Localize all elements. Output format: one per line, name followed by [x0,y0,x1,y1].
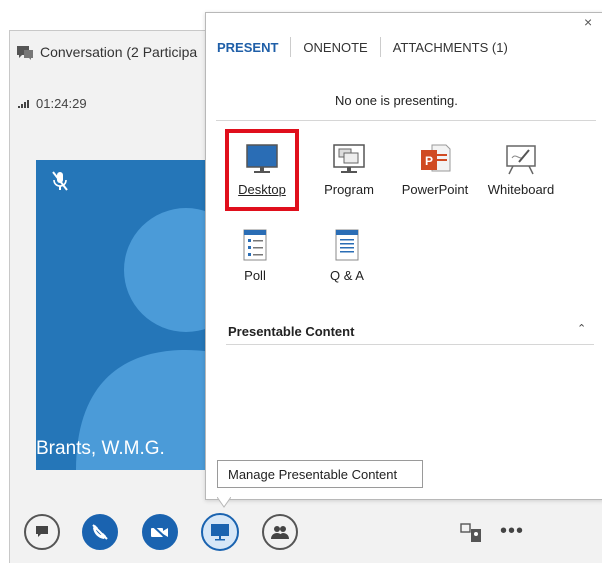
avatar-silhouette-icon [76,208,226,470]
signal-bars-icon [18,100,29,108]
call-muted-icon [92,524,108,540]
powerpoint-icon: P [421,144,451,172]
chat-button[interactable] [24,514,60,550]
divider [226,344,594,345]
presentable-content-heading: Presentable Content [228,324,355,339]
collapse-caret-icon[interactable]: ⌃ [577,322,586,335]
program-label: Program [324,182,374,197]
tab-attachments[interactable]: ATTACHMENTS (1) [381,40,520,55]
call-button[interactable] [82,514,118,550]
close-button[interactable]: × [584,14,592,30]
whiteboard-label: Whiteboard [487,182,555,197]
conversation-title-text: Conversation (2 Participa [40,44,198,60]
desktop-highlight-box [225,129,299,211]
whiteboard-icon [506,145,536,175]
more-options-button[interactable]: ••• [500,520,524,543]
present-button[interactable] [201,513,239,551]
participants-icon [271,526,289,539]
present-poll-option[interactable]: Poll [230,222,280,283]
video-off-icon [151,524,168,540]
presenting-status: No one is presenting. [335,93,458,108]
video-tile [36,160,226,470]
mic-muted-icon [52,170,68,197]
manage-content-tooltip[interactable]: Manage Presentable Content [217,460,423,488]
divider [216,120,596,121]
present-whiteboard-option[interactable]: Whiteboard [482,136,560,197]
present-program-option[interactable]: Program [316,136,382,197]
poll-label: Poll [244,268,266,283]
tab-onenote[interactable]: ONENOTE [291,40,379,55]
qa-icon [335,229,359,261]
present-powerpoint-option[interactable]: P PowerPoint [397,136,473,197]
call-status: 01:24:29 [18,96,87,111]
poll-icon [243,229,267,261]
participants-button[interactable] [262,514,298,550]
manage-content-label: Manage Presentable Content [228,467,398,482]
svg-text:P: P [425,154,433,168]
present-screen-icon [211,524,229,541]
qa-label: Q & A [330,268,364,283]
powerpoint-label: PowerPoint [401,182,469,197]
chat-icon [36,526,48,537]
participant-name: Brants, W.M.G. [36,438,165,459]
layout-button[interactable] [458,520,484,546]
conversation-title: Conversation (2 Participa [16,44,197,61]
call-duration: 01:24:29 [36,96,87,111]
flyout-pointer [217,497,231,508]
video-button[interactable] [142,514,178,550]
chat-bubble-icon [17,46,33,61]
tab-present[interactable]: PRESENT [217,40,290,55]
layout-icon [460,523,481,542]
present-qa-option[interactable]: Q & A [320,222,374,283]
present-tabs: PRESENT ONENOTE ATTACHMENTS (1) [217,37,520,57]
program-icon [333,144,365,173]
